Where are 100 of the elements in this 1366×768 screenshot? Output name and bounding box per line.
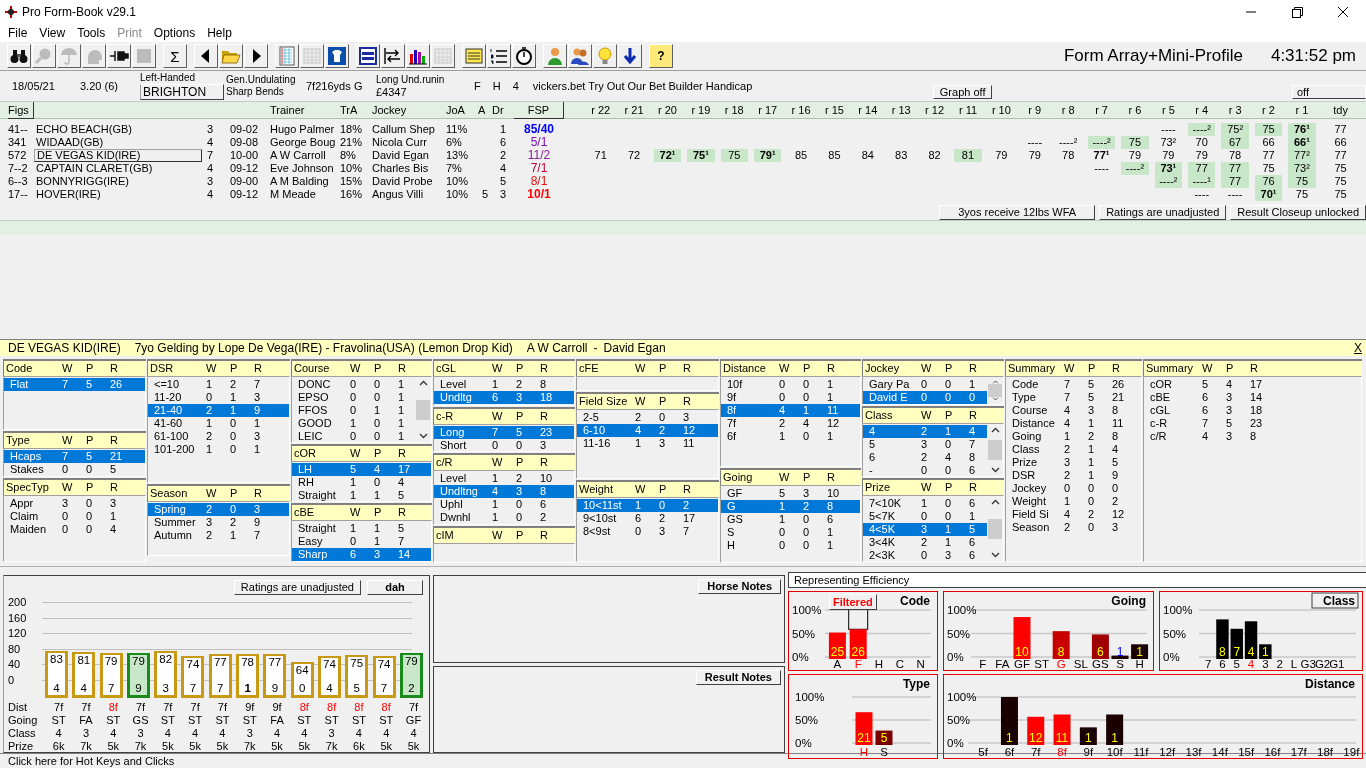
note-button[interactable]: Ratings are unadjusted [1099,205,1227,220]
list-row[interactable]: 10f 0 0 1 [721,378,860,391]
list-row[interactable]: 11-16 1 3 11 [577,437,718,450]
rating-bar[interactable]: 75 5 [345,655,369,698]
list-row[interactable]: Claim 0 0 1 [4,510,145,523]
list-row[interactable]: Going 1 2 8 [1006,430,1141,443]
rating-bar[interactable]: 82 3 [154,651,178,698]
column-header[interactable]: r 21 [617,102,651,119]
list-row[interactable]: Undltng 4 3 8 [434,485,574,498]
list-row[interactable]: 4 2 1 4 [863,425,987,438]
list-row[interactable]: Spring 2 0 3 [148,503,289,516]
list-row[interactable]: c-R 7 5 23 [1144,417,1361,430]
list-row[interactable]: Course 4 3 8 [1006,404,1141,417]
list-row[interactable]: 7f 2 4 12 [721,417,860,430]
column-header[interactable]: r 1 [1285,102,1319,119]
dah-button[interactable]: dah [367,580,423,595]
notes-button[interactable]: Result Notes [695,669,781,685]
list-row[interactable]: 9f 0 0 1 [721,391,860,404]
column-header[interactable]: FSP [514,102,564,119]
close-button[interactable]: X [1354,341,1362,355]
list-row[interactable]: Appr 3 0 3 [4,497,145,510]
column-header[interactable]: r 6 [1118,102,1152,119]
list-row[interactable]: 11-20 0 1 3 [148,391,289,404]
toolbar-button[interactable] [462,44,486,68]
scroll-down-icon[interactable] [990,552,1000,558]
rating-bar[interactable]: 64 0 [290,662,314,698]
list-row[interactable]: Season 2 0 3 [1006,521,1141,534]
menu-item[interactable]: File [2,26,34,40]
toolbar-button[interactable] [107,44,131,68]
column-header[interactable]: r 22 [584,102,618,119]
column-header[interactable]: Jockey [372,102,446,119]
help-button[interactable]: ? [649,44,673,68]
list-row[interactable]: Undltg 6 3 18 [434,391,574,404]
toolbar-button[interactable] [487,44,511,68]
toolbar-button[interactable] [244,44,268,68]
list-row[interactable]: Easy 0 1 7 [292,535,431,548]
rating-bar[interactable]: 83 4 [45,651,68,698]
toolbar-button[interactable] [406,44,430,68]
column-header[interactable]: r 10 [984,102,1019,119]
scrollbar[interactable] [987,424,1003,476]
column-header[interactable]: Figs [8,102,34,119]
toolbar-button[interactable] [325,44,349,68]
list-row[interactable]: RH 1 0 4 [292,476,431,489]
list-row[interactable]: Autumn 2 1 7 [148,529,289,542]
list-row[interactable]: Level 1 2 10 [434,472,574,485]
course-field[interactable]: BRIGHTON [140,84,224,100]
menu-item[interactable]: Options [147,26,202,40]
list-row[interactable]: GF 5 3 10 [721,487,860,500]
graph-button[interactable]: Graph off [932,85,993,99]
toolbar-button[interactable] [543,44,567,68]
list-row[interactable]: G 1 2 8 [721,500,860,513]
column-header[interactable]: r 9 [1018,102,1052,119]
list-row[interactable]: c/R 4 3 8 [1144,430,1361,443]
rating-bar[interactable]: 74 4 [317,656,341,698]
column-header[interactable]: r 19 [684,102,718,119]
list-row[interactable]: - 0 0 6 [863,464,987,476]
list-row[interactable]: cGL 6 3 18 [1144,404,1361,417]
rating-bar[interactable]: 81 4 [72,652,96,698]
rating-bar[interactable]: 77 9 [263,654,287,698]
list-row[interactable]: Stakes 0 0 5 [4,463,145,476]
list-row[interactable]: 61-100 2 0 3 [148,430,289,443]
list-row[interactable]: Level 1 2 8 [434,378,574,391]
list-row[interactable]: Prize 3 1 5 [1006,456,1141,469]
chart-title-button[interactable]: Class [1311,592,1359,609]
toolbar-button[interactable] [593,44,617,68]
scroll-thumb[interactable] [988,440,1002,460]
list-row[interactable]: Maiden 0 0 4 [4,523,145,536]
scroll-thumb[interactable] [416,399,430,420]
rating-bar[interactable]: 78 1 [236,654,260,698]
list-row[interactable]: Type 7 5 21 [1006,391,1141,404]
column-header[interactable]: r 14 [851,102,885,119]
toolbar-button[interactable] [512,44,536,68]
list-row[interactable]: Summer 3 2 9 [148,516,289,529]
menu-item[interactable]: View [33,26,72,40]
list-row[interactable]: H 0 0 1 [721,539,860,552]
list-row[interactable]: Uphl 1 0 6 [434,498,574,511]
list-row[interactable]: Gary Pa 0 0 1 [863,378,987,391]
list-row[interactable]: David E 0 0 0 [863,391,987,404]
list-row[interactable]: GOOD 1 0 1 [292,417,415,430]
list-row[interactable]: Hcaps 7 5 21 [4,450,145,463]
scroll-thumb[interactable] [988,383,1002,398]
column-header[interactable]: r 11 [951,102,985,119]
list-row[interactable]: 4<5K 3 1 5 [863,523,987,536]
list-row[interactable]: DONC 0 0 1 [292,378,415,391]
list-row[interactable]: 6f 1 0 1 [721,430,860,443]
list-row[interactable]: S 0 0 1 [721,526,860,539]
note-button[interactable]: 3yos receive 12lbs WFA [939,205,1096,220]
list-row[interactable]: Straight 1 1 5 [292,522,431,535]
column-header[interactable]: r 8 [1051,102,1085,119]
column-header[interactable]: A [478,102,492,119]
list-row[interactable]: Short 0 0 3 [434,439,574,451]
rating-bar[interactable]: 74 7 [372,656,396,698]
column-header[interactable]: r 4 [1185,102,1219,119]
list-row[interactable]: GS 1 0 6 [721,513,860,526]
list-row[interactable]: DSR 2 1 9 [1006,469,1141,482]
scroll-thumb[interactable] [988,518,1002,539]
list-row[interactable]: Dwnhl 1 0 2 [434,511,574,524]
filter-button[interactable]: Filtered [829,594,877,610]
scrollbar[interactable] [415,377,431,442]
rating-bar[interactable]: 79 7 [99,653,123,698]
